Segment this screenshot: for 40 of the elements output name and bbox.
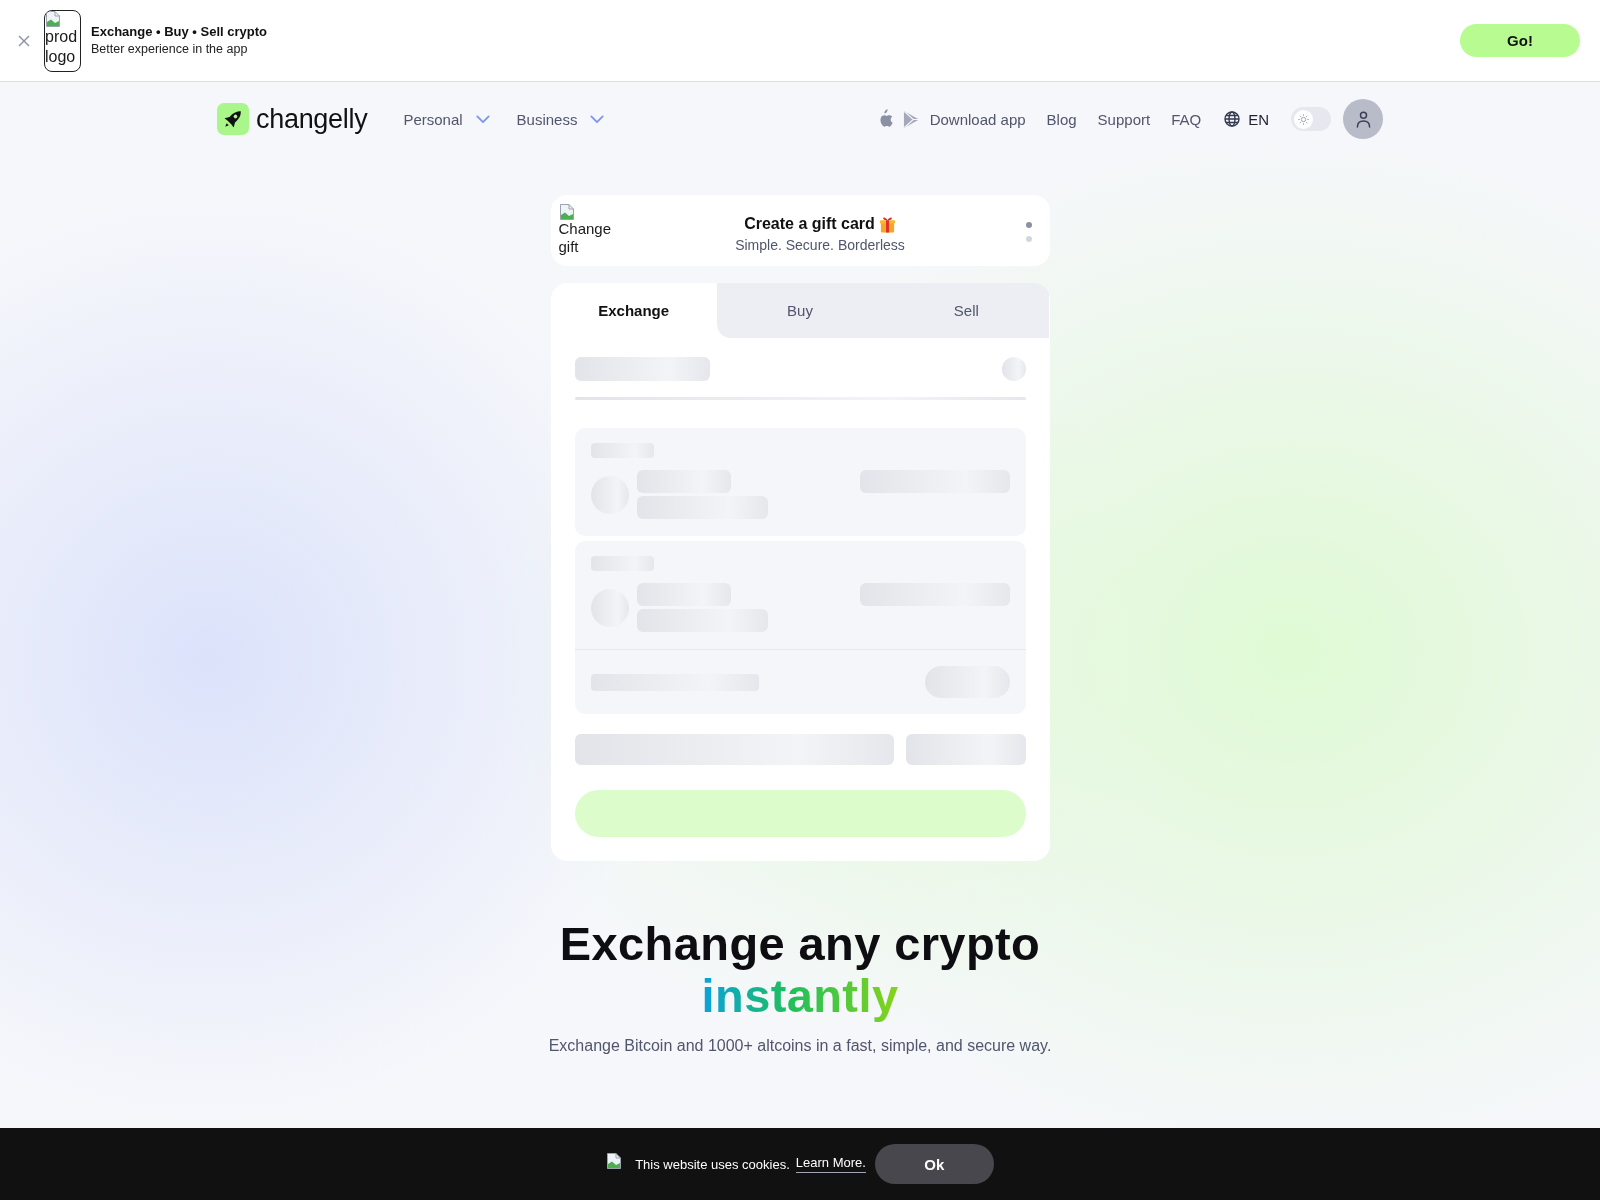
promo-subtitle: Simple. Secure. Borderless [735,237,905,254]
hero-title: Exchange any crypto [559,918,1041,970]
broken-image-icon [558,204,575,220]
rocket-icon [217,103,249,135]
nav-menu[interactable]: Personal [403,110,490,128]
promo-title: Create a gift card [744,214,875,234]
broken-image-icon [45,10,61,27]
theme-toggle[interactable] [1291,107,1331,131]
chevron-down-icon [590,114,605,124]
slide-dot-icon[interactable] [1025,222,1032,228]
brand-name: changelly [256,103,368,135]
broken-image-icon [606,1153,623,1169]
widget-tab[interactable]: Buy [716,283,884,338]
cookie-text: This website uses cookies. [635,1156,790,1172]
nav-link[interactable]: Support [1097,110,1151,128]
language-button[interactable]: EN [1224,110,1269,128]
play-store-icon [902,109,920,129]
logo-link[interactable]: changelly [217,103,368,135]
close-icon [18,34,30,47]
image-alt-text: Change gift [558,220,613,256]
skeleton-circle [1001,357,1026,381]
nav-menu[interactable]: Business [516,110,605,128]
banner-subtitle: Better experience in the app [91,42,249,57]
learn-more-link[interactable]: Learn More. [795,1155,866,1173]
user-icon [1355,110,1371,128]
go-button[interactable]: Go! [1460,24,1580,57]
globe-icon [1224,111,1241,127]
banner-title: Exchange • Buy • Sell crypto [91,24,267,40]
image-alt-text: prod logo [45,26,79,67]
widget-tab[interactable]: Sell [883,283,1050,338]
profile-button[interactable] [1343,99,1383,139]
chevron-down-icon [475,114,490,124]
hero-subtitle: Exchange Bitcoin and 1000+ altcoins in a fast, simple, and secure way. [548,1036,1052,1056]
slide-dot-icon[interactable] [1025,236,1032,242]
ok-button[interactable]: Ok [874,1144,994,1184]
gift-icon [878,215,896,233]
nav-link[interactable]: FAQ [1171,110,1202,128]
download-app-link[interactable]: Download app [875,109,1026,129]
nav-link[interactable]: Blog [1046,110,1077,128]
close-button[interactable] [17,33,31,48]
